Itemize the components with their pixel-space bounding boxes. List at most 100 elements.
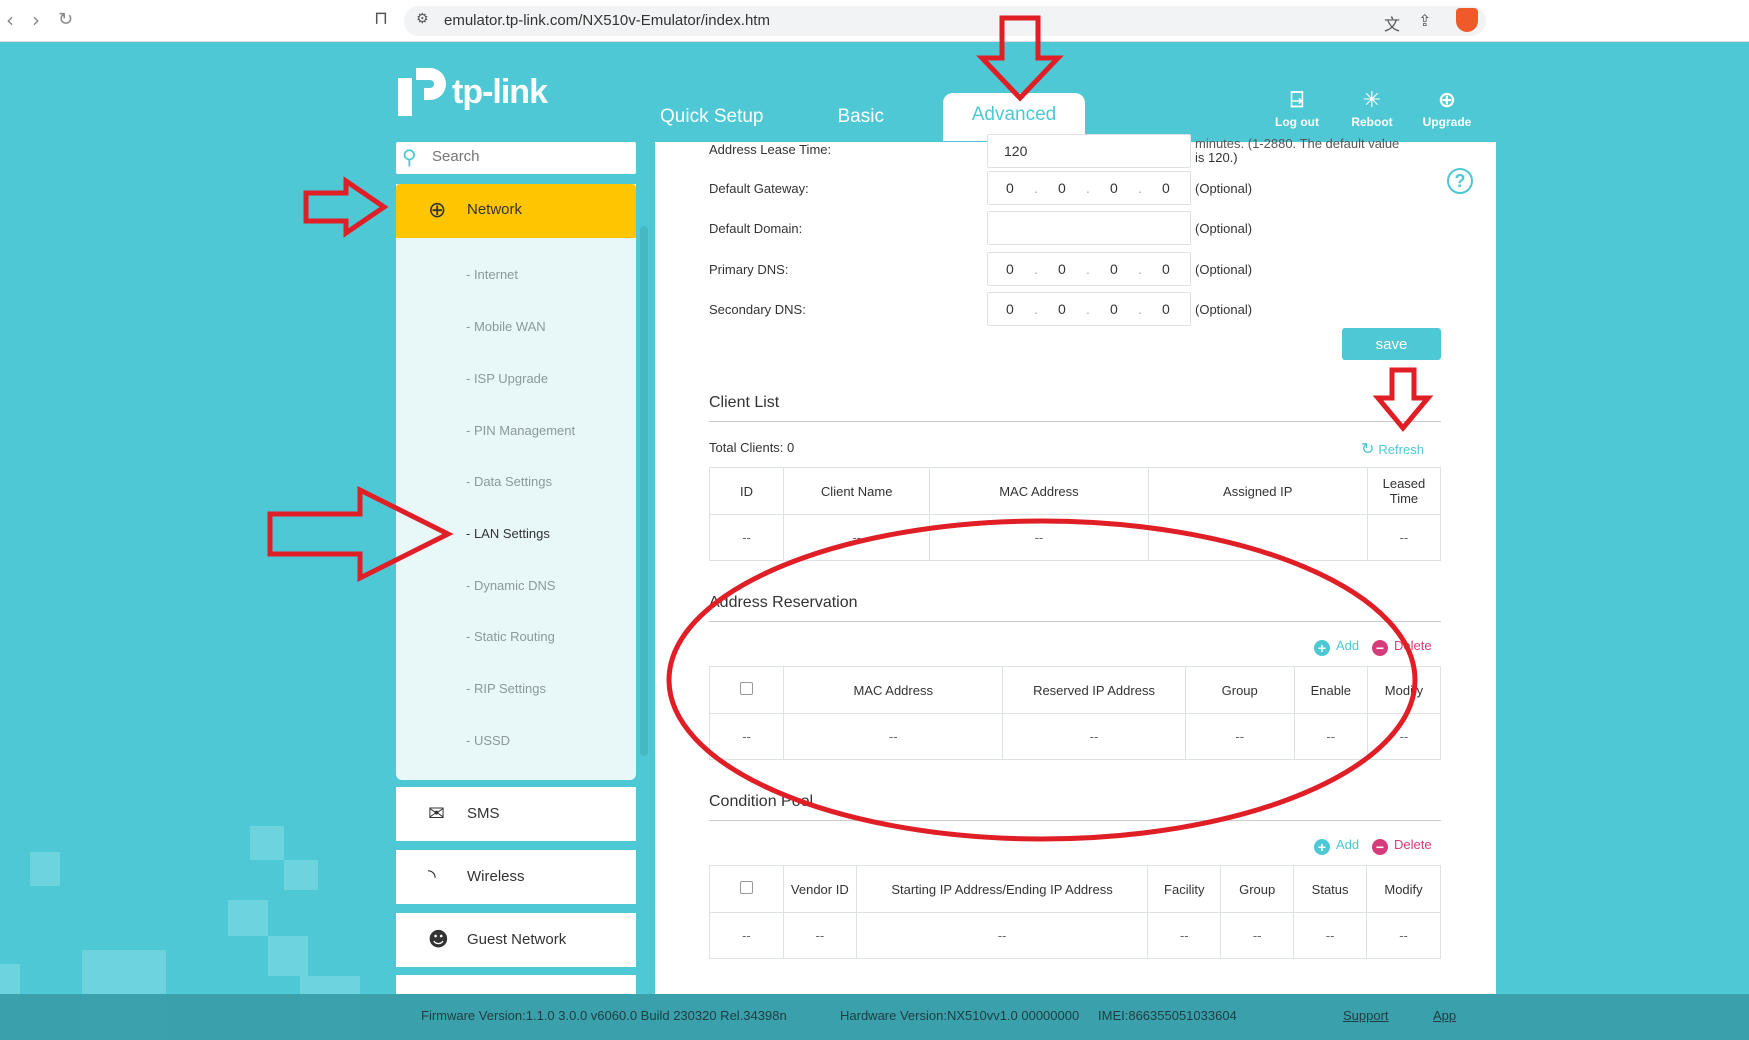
sidebar-scrollbar[interactable] <box>640 226 648 756</box>
translate-icon[interactable]: 文 <box>1384 11 1400 35</box>
sidebar-subitem-lan-settings[interactable]: - LAN Settings <box>466 526 550 541</box>
save-button[interactable]: save <box>1342 328 1441 360</box>
delete-label: Delete <box>1394 837 1432 852</box>
footer: Firmware Version:1.1.0 3.0.0 v6060.0 Bui… <box>0 994 1749 1040</box>
divider <box>709 421 1441 422</box>
upgrade-icon: ⊕ <box>1437 88 1457 113</box>
tab-quick-setup[interactable]: Quick Setup <box>660 96 764 128</box>
support-link[interactable]: Support <box>1343 1008 1389 1023</box>
share-icon[interactable]: ⇪ <box>1418 11 1431 30</box>
sidebar-item-network[interactable]: ⊕ Network <box>396 184 636 238</box>
col-header: Modify <box>1366 865 1441 913</box>
secondary-dns-optional: (Optional) <box>1195 302 1253 317</box>
guest-icon: ☻ <box>428 927 449 951</box>
wireless-icon: ◝ <box>428 864 436 888</box>
client-table: ID Client Name MAC Address Assigned IP L… <box>708 467 1442 561</box>
sidebar-subitem-internet[interactable]: - Internet <box>466 267 518 282</box>
decor-tile <box>0 964 20 994</box>
lease-time-hint: minutes. (1-2880. The default value <box>1195 136 1400 151</box>
add-icon: + <box>1314 640 1330 656</box>
refresh-button[interactable]: ↻ Refresh <box>1361 439 1424 458</box>
sidebar-subitem-static-routing[interactable]: - Static Routing <box>466 629 555 644</box>
sidebar-search[interactable]: ⚲ <box>396 142 636 174</box>
pool-delete-button[interactable]: − Delete <box>1372 837 1432 855</box>
reboot-label: Reboot <box>1351 115 1393 129</box>
sdns-octet-1: 0 <box>1006 301 1014 317</box>
sidebar-subitem-pin-management[interactable]: - PIN Management <box>466 423 575 438</box>
gateway-label: Default Gateway: <box>709 181 809 196</box>
col-header: Starting IP Address/Ending IP Address <box>855 865 1149 913</box>
domain-input[interactable] <box>987 211 1191 245</box>
sidebar-subitem-mobile-wan[interactable]: - Mobile WAN <box>466 319 546 334</box>
forward-icon[interactable]: › <box>32 8 40 32</box>
cell: -- <box>1293 713 1368 760</box>
col-header: ID <box>708 467 785 515</box>
sidebar-item-sms[interactable]: ✉ SMS <box>396 787 636 841</box>
sidebar-subitem-data-settings[interactable]: - Data Settings <box>466 474 552 489</box>
divider <box>709 820 1441 821</box>
sidebar-subitem-ussd[interactable]: - USSD <box>466 733 510 748</box>
gateway-input[interactable]: 0. 0. 0. 0 <box>987 171 1191 205</box>
upgrade-button[interactable]: ⊕ Upgrade <box>1417 88 1477 129</box>
back-icon[interactable]: ‹ <box>6 8 14 32</box>
bookmark-icon[interactable]: ⊓ <box>374 8 388 29</box>
reload-icon[interactable]: ↻ <box>58 9 73 30</box>
select-all-checkbox[interactable] <box>739 881 753 894</box>
sidebar-item-wireless[interactable]: ◝ Wireless <box>396 850 636 904</box>
secondary-dns-input[interactable]: 0. 0. 0. 0 <box>987 292 1191 326</box>
tp-link-logo: tp-link <box>396 64 548 120</box>
cell: -- <box>1366 912 1441 959</box>
primary-dns-input[interactable]: 0. 0. 0. 0 <box>987 252 1191 286</box>
search-input[interactable] <box>432 148 622 165</box>
globe-icon: ⊕ <box>428 198 447 223</box>
tab-basic[interactable]: Basic <box>838 96 884 128</box>
search-icon: ⚲ <box>402 145 417 169</box>
sdns-octet-2: 0 <box>1058 301 1066 317</box>
sidebar-item-partial[interactable] <box>396 975 636 995</box>
reservation-add-button[interactable]: + Add <box>1314 638 1359 656</box>
sidebar-item-label: Wireless <box>467 868 525 885</box>
sidebar-item-label: Guest Network <box>467 931 567 948</box>
site-info-icon[interactable]: ⚙ <box>416 11 429 27</box>
pdns-octet-2: 0 <box>1058 261 1066 277</box>
col-header: Reserved IP Address <box>1002 666 1186 714</box>
select-all-checkbox[interactable] <box>740 682 754 695</box>
cell: -- <box>783 514 931 561</box>
lease-time-input[interactable]: 120 <box>987 134 1191 168</box>
app-link[interactable]: App <box>1433 1008 1456 1023</box>
logo-text: tp-link <box>452 72 548 111</box>
refresh-icon: ↻ <box>1361 439 1375 458</box>
sidebar-subitem-rip-settings[interactable]: - RIP Settings <box>466 681 546 696</box>
table-row: -- -- -- -- -- -- <box>708 713 1442 760</box>
total-clients: Total Clients: 0 <box>709 440 795 455</box>
cell: -- <box>708 713 785 760</box>
pool-add-button[interactable]: + Add <box>1314 837 1359 855</box>
reservation-delete-button[interactable]: − Delete <box>1372 638 1432 656</box>
logout-button[interactable]: ⍈ Log out <box>1267 88 1327 129</box>
firmware-version: Firmware Version:1.1.0 3.0.0 v6060.0 Bui… <box>421 1008 787 1023</box>
cell: -- <box>709 912 784 959</box>
cell: -- <box>708 514 785 561</box>
cell <box>1147 514 1368 561</box>
pdns-octet-1: 0 <box>1006 261 1014 277</box>
help-icon[interactable]: ? <box>1447 168 1473 194</box>
col-header: Status <box>1293 865 1368 913</box>
cell: -- <box>1220 912 1295 959</box>
browser-toolbar: ‹ › ↻ ⊓ ⚙ emulator.tp-link.com/NX510v-Em… <box>0 0 1749 42</box>
condition-pool-title: Condition Pool <box>709 793 814 810</box>
sidebar-subitem-dynamic-dns[interactable]: - Dynamic DNS <box>466 578 556 593</box>
reservation-table: MAC Address Reserved IP Address Group En… <box>708 666 1442 760</box>
col-header: Assigned IP <box>1147 467 1368 515</box>
gateway-octet-3: 0 <box>1110 180 1118 196</box>
top-nav: Quick Setup Basic Advanced <box>660 93 1085 141</box>
select-all-cell <box>709 865 784 913</box>
address-bar[interactable]: ⚙ emulator.tp-link.com/NX510v-Emulator/i… <box>404 6 1486 36</box>
lease-time-value: 120 <box>1004 143 1028 159</box>
brave-shield-icon[interactable] <box>1456 8 1478 32</box>
sidebar-subitem-isp-upgrade[interactable]: - ISP Upgrade <box>466 371 548 386</box>
col-header: Enable <box>1293 666 1368 714</box>
cell: -- <box>929 514 1149 561</box>
reboot-button[interactable]: ✳ Reboot <box>1342 88 1402 129</box>
sidebar-item-guest-network[interactable]: ☻ Guest Network <box>396 913 636 967</box>
gateway-octet-1: 0 <box>1006 180 1014 196</box>
